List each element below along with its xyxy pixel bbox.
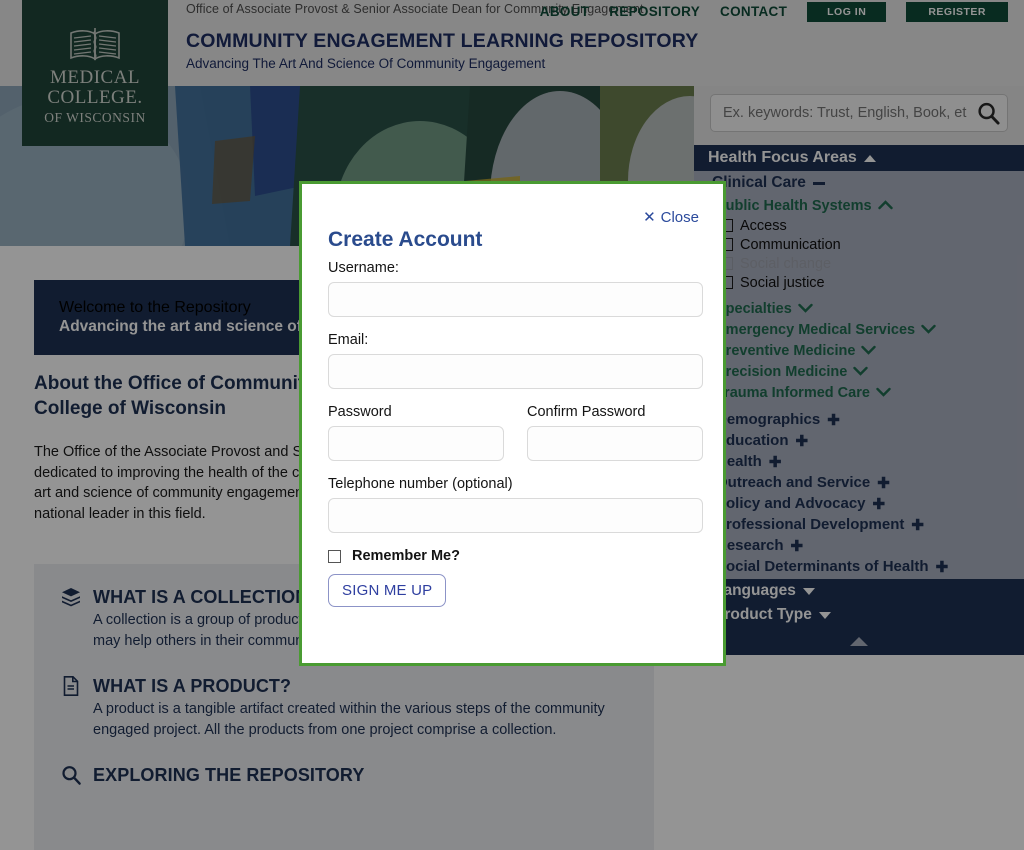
email-input[interactable] bbox=[328, 354, 703, 389]
telephone-input[interactable] bbox=[328, 498, 703, 533]
confirm-password-label: Confirm Password bbox=[527, 404, 646, 420]
create-account-form: Username: Email: Password Confirm Passwo… bbox=[328, 260, 703, 607]
field-email: Email: bbox=[328, 332, 703, 389]
field-confirm-password: Confirm Password bbox=[527, 404, 703, 461]
field-password: Password bbox=[328, 404, 504, 461]
modal-title: Create Account bbox=[328, 228, 483, 251]
password-label: Password bbox=[328, 404, 392, 420]
page-root: Welcome to the Repository Advancing the … bbox=[0, 0, 1024, 850]
username-input[interactable] bbox=[328, 282, 703, 317]
field-username: Username: bbox=[328, 260, 703, 317]
password-field-row: Password Confirm Password bbox=[328, 404, 703, 461]
username-label: Username: bbox=[328, 260, 399, 276]
email-label: Email: bbox=[328, 332, 369, 348]
remember-me-label: Remember Me? bbox=[352, 548, 460, 564]
remember-me-row[interactable]: Remember Me? bbox=[328, 548, 703, 564]
sign-me-up-button[interactable]: SIGN ME UP bbox=[328, 574, 447, 607]
confirm-password-input[interactable] bbox=[527, 426, 703, 461]
password-input[interactable] bbox=[328, 426, 504, 461]
telephone-label: Telephone number (optional) bbox=[328, 476, 513, 492]
close-modal-button[interactable]: ✕ Close bbox=[643, 208, 699, 227]
remember-me-checkbox[interactable] bbox=[328, 549, 341, 563]
create-account-modal: ✕ Close Create Account Username: Email: … bbox=[299, 181, 726, 666]
field-telephone: Telephone number (optional) bbox=[328, 476, 703, 533]
close-icon: ✕ bbox=[643, 209, 656, 226]
close-label: Close bbox=[660, 208, 699, 226]
